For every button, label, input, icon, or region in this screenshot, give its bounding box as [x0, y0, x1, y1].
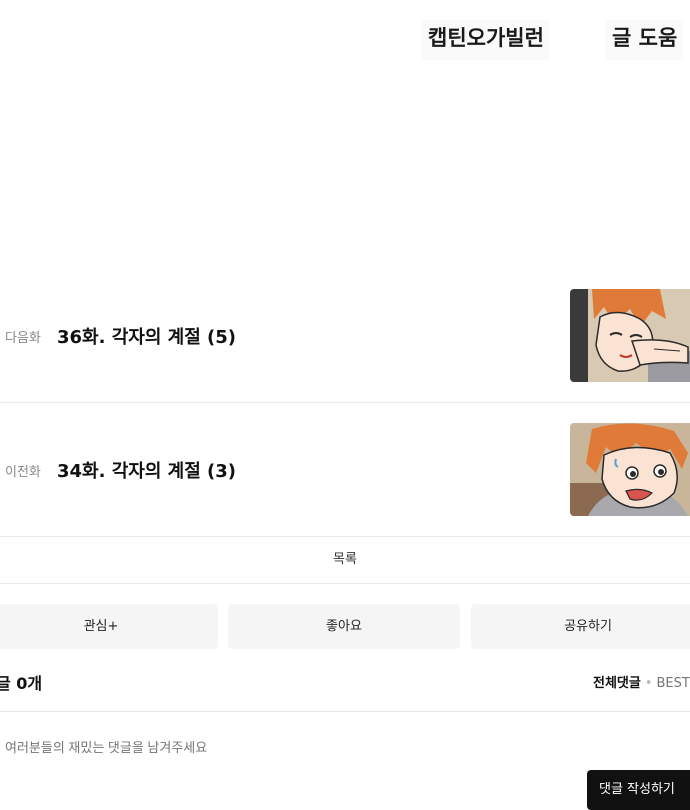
assist-credit[interactable]: 글 도움	[606, 20, 684, 60]
write-comment-button[interactable]: 댓글 작성하기	[587, 770, 690, 810]
next-episode-row[interactable]: 다음화 36화. 각자의 계절 (5)	[0, 268, 690, 403]
prev-episode-thumbnail[interactable]	[570, 423, 690, 516]
comment-sort-tabs: 전체댓글• BEST댓	[593, 672, 690, 691]
sort-best-comments-tab[interactable]: BEST댓	[657, 676, 690, 691]
next-episode-thumbnail[interactable]	[570, 289, 690, 382]
episode-list-button[interactable]: 목록	[300, 537, 390, 583]
next-episode-label: 다음화	[5, 331, 41, 346]
list-row: 목록	[0, 537, 690, 584]
comment-header: 글 0개 전체댓글• BEST댓	[0, 667, 690, 712]
prev-episode-title[interactable]: 34화. 각자의 계절 (3)	[57, 457, 236, 483]
sort-separator-dot: •	[644, 676, 653, 691]
share-button[interactable]: 공유하기	[471, 604, 690, 649]
sort-all-comments-tab[interactable]: 전체댓글	[593, 676, 641, 691]
author-credit[interactable]: 캡틴오가빌런	[422, 20, 550, 60]
next-episode-title[interactable]: 36화. 각자의 계절 (5)	[57, 323, 236, 349]
prev-episode-label: 이전화	[5, 465, 41, 480]
like-button[interactable]: 좋아요	[228, 604, 460, 649]
subscribe-button[interactable]: 관심+	[0, 604, 218, 649]
credits-bar: 캡틴오가빌런 글 도움	[0, 20, 690, 60]
comment-count: 글 0개	[0, 674, 43, 693]
prev-episode-row[interactable]: 이전화 34화. 각자의 계절 (3)	[0, 402, 690, 537]
comment-input[interactable]	[5, 737, 565, 757]
